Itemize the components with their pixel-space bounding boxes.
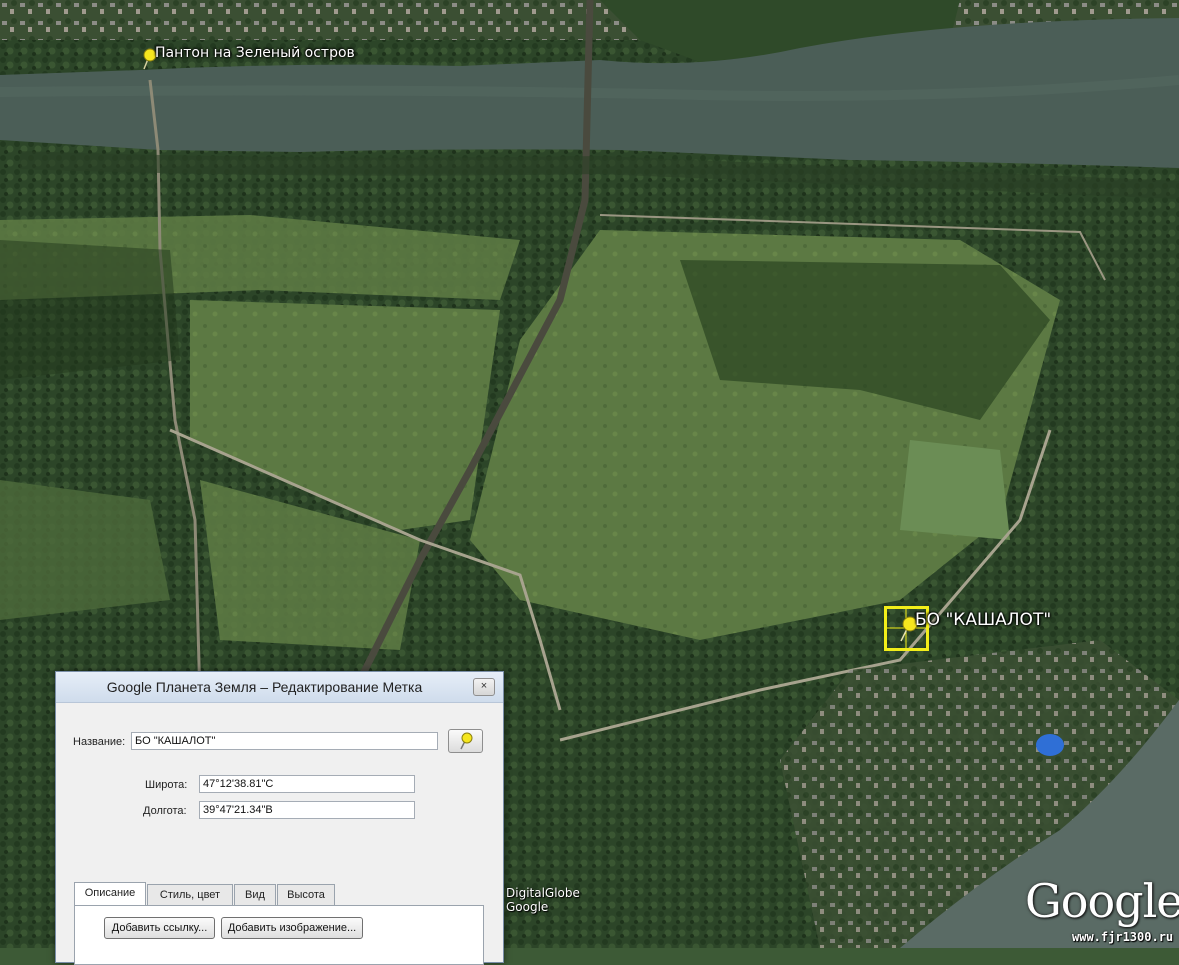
name-label: Название: bbox=[73, 736, 126, 748]
add-link-button[interactable]: Добавить ссылку... bbox=[104, 917, 215, 939]
imagery-credit: DigitalGlobe Google bbox=[506, 886, 580, 914]
credit-line-2: Google bbox=[506, 900, 549, 914]
latitude-field[interactable]: 47°12'38.81"С bbox=[199, 775, 415, 793]
longitude-field[interactable]: 39°47'21.34"В bbox=[199, 801, 415, 819]
icon-picker-button[interactable] bbox=[448, 729, 483, 753]
close-button[interactable]: × bbox=[473, 678, 495, 696]
dialog-titlebar[interactable]: Google Планета Земля – Редактирование Ме… bbox=[56, 672, 503, 703]
longitude-label: Долгота: bbox=[143, 805, 187, 817]
dialog-title: Google Планета Земля – Редактирование Ме… bbox=[106, 679, 423, 695]
tab-view[interactable]: Вид bbox=[234, 884, 276, 906]
placemark-label-1[interactable]: Пантон на Зеленый остров bbox=[155, 45, 355, 61]
tab-style-color[interactable]: Стиль, цвет bbox=[147, 884, 233, 906]
edit-placemark-dialog: Google Планета Земля – Редактирование Ме… bbox=[55, 671, 504, 965]
placemark-label-2[interactable]: БО "КАШАЛОТ" bbox=[915, 610, 1051, 630]
pushpin-icon bbox=[460, 732, 473, 750]
add-image-button[interactable]: Добавить изображение... bbox=[221, 917, 363, 939]
tab-altitude[interactable]: Высота bbox=[277, 884, 335, 906]
google-logo: Google bbox=[1025, 874, 1179, 928]
tab-description[interactable]: Описание bbox=[74, 882, 146, 906]
watermark: www.fjr1300.ru bbox=[1072, 930, 1174, 944]
description-panel: Добавить ссылку... Добавить изображение.… bbox=[74, 905, 484, 965]
credit-line-1: DigitalGlobe bbox=[506, 886, 580, 900]
name-field[interactable]: БО "КАШАЛОТ" bbox=[131, 732, 438, 750]
latitude-label: Широта: bbox=[145, 779, 188, 791]
